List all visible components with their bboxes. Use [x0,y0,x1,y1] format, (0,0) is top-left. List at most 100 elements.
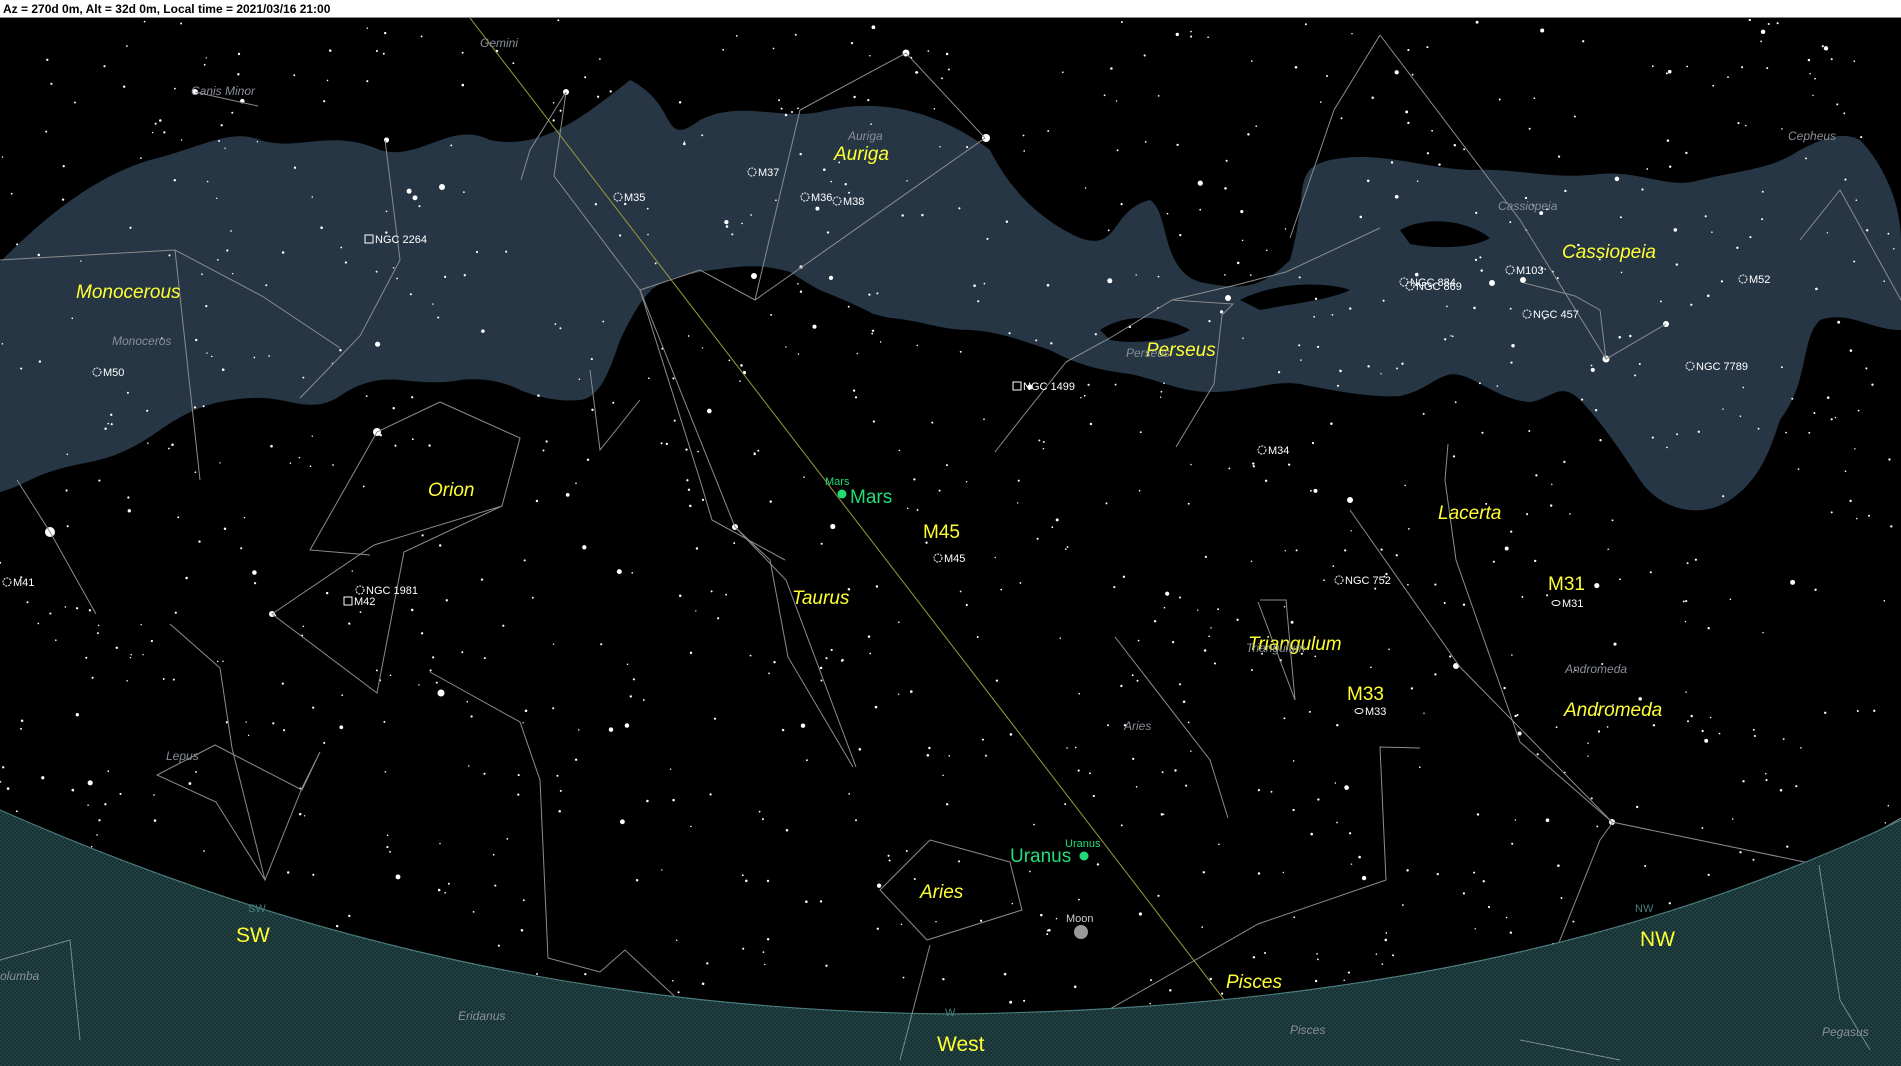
sky-chart[interactable]: M37M36 M38M35NGC 2264M50M41NGC 1981M42NGC… [0,18,1901,1066]
star [1684,620,1687,623]
star [1629,334,1632,338]
constellation-label: Monocerous [76,282,181,303]
star [20,727,22,730]
star [616,569,622,575]
star [750,214,752,216]
uranus-marker[interactable] [1079,851,1089,861]
star [867,99,870,102]
star [689,504,692,508]
star [812,324,817,329]
star [384,31,387,35]
star [168,447,170,450]
star [631,572,634,574]
star [858,748,862,751]
star [341,694,344,697]
star [1856,710,1859,712]
star [1240,210,1244,214]
deep-sky-ngc-1499[interactable]: NGC 1499 [1012,381,1075,393]
star [660,442,663,445]
star [1190,750,1192,752]
star [252,570,257,575]
star [231,111,234,114]
star [1135,274,1137,276]
star [1202,871,1206,874]
star [1514,819,1517,821]
star [1336,821,1338,824]
star [386,846,389,849]
star [1401,904,1404,906]
star [1361,875,1367,881]
star [384,770,387,773]
star [910,690,913,693]
star [328,49,332,52]
star [876,883,882,888]
star [420,35,423,38]
star [1887,804,1890,807]
star [1314,297,1318,300]
status-bar: Az = 270d 0m, Alt = 32d 0m, Local time =… [0,0,1901,18]
star [826,231,830,234]
star [1120,824,1123,827]
star [902,976,905,979]
star [1089,772,1091,775]
star [584,972,587,976]
star [689,651,693,655]
star [840,659,843,662]
star [1718,732,1721,735]
star [221,368,225,372]
star [1292,760,1295,762]
star [725,225,729,228]
star [395,874,401,880]
faint-constellation-label: Lepus [166,749,199,763]
star [701,498,705,502]
star [1110,67,1113,70]
star [406,188,412,194]
star [96,834,98,836]
star [205,57,207,59]
star [897,693,900,695]
star [237,52,241,56]
star [797,107,799,110]
star [1283,606,1286,608]
star [710,590,713,593]
star [216,660,219,663]
star [871,25,876,30]
star [1157,894,1160,897]
star [202,405,205,408]
star [1707,294,1710,298]
star [411,438,414,441]
moon-marker[interactable] [1074,925,1088,939]
deep-sky-ngc-2264[interactable]: NGC 2264 [364,234,427,246]
mars-marker[interactable] [837,489,847,499]
star [1008,332,1011,335]
star [1218,843,1220,846]
star [1411,73,1414,76]
star [293,74,296,77]
star [220,124,223,127]
star [1143,54,1146,57]
star [1786,845,1789,848]
star [850,42,854,45]
star [383,137,390,143]
star [198,540,201,543]
deep-sky-ngc-7789[interactable]: NGC 7789 [1685,361,1748,373]
star [1308,710,1311,713]
star [483,772,486,775]
star [1313,315,1316,318]
star [110,423,113,426]
star [1646,168,1649,170]
star [1313,488,1318,493]
star [312,706,315,709]
star [1339,369,1342,373]
star [1446,305,1448,308]
star [1384,938,1388,942]
star [1590,367,1595,372]
star [1080,396,1082,399]
star [171,443,174,447]
star [554,323,557,325]
star [1581,398,1584,401]
star [701,982,705,986]
star [1217,608,1220,611]
star [575,482,577,485]
deep-sky-label: M31 [1562,598,1583,610]
